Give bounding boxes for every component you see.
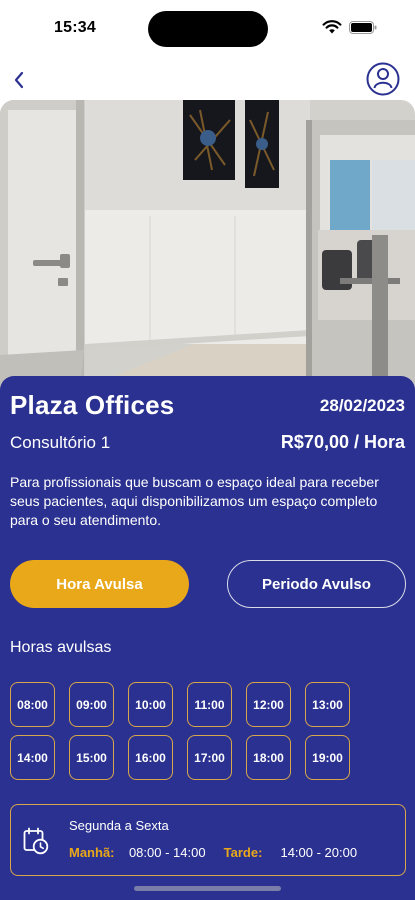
battery-icon [349, 21, 377, 34]
hour-slot[interactable]: 12:00 [246, 682, 291, 727]
status-bar: 15:34 [0, 0, 415, 58]
room-name: Consultório 1 [10, 433, 111, 452]
hourly-price: R$70,00 / Hora [280, 432, 405, 452]
morning-hours: 08:00 - 14:00 [128, 845, 206, 860]
afternoon-label: Tarde: [223, 845, 263, 860]
wifi-icon [322, 20, 342, 34]
venue-details-card: Plaza Offices 28/02/2023 Consultório 1 R… [0, 376, 415, 900]
hour-booking-button[interactable]: Hora Avulsa [10, 560, 189, 608]
hour-slot[interactable]: 11:00 [187, 682, 232, 727]
user-profile-icon[interactable] [366, 62, 400, 96]
schedule-times: Manhã: 08:00 - 14:00 Tarde: 14:00 - 20:0… [69, 845, 357, 860]
hour-slot[interactable]: 19:00 [305, 735, 350, 780]
chevron-left-icon [14, 71, 24, 89]
back-button[interactable] [6, 66, 32, 94]
hour-slot[interactable]: 09:00 [69, 682, 114, 727]
navigation-bar [0, 58, 415, 102]
hour-slot[interactable]: 10:00 [128, 682, 173, 727]
hour-slot[interactable]: 08:00 [10, 682, 55, 727]
calendar-clock-icon [23, 827, 49, 855]
hours-section-label: Horas avulsas [10, 639, 112, 656]
home-indicator [134, 886, 281, 891]
hour-slot[interactable]: 17:00 [187, 735, 232, 780]
hour-slot[interactable]: 16:00 [128, 735, 173, 780]
venue-name: Plaza Offices [10, 390, 175, 420]
hour-slot[interactable]: 13:00 [305, 682, 350, 727]
hour-slot[interactable]: 14:00 [10, 735, 55, 780]
afternoon-hours: 14:00 - 20:00 [280, 845, 358, 860]
booking-date: 28/02/2023 [319, 396, 405, 415]
hour-slot[interactable]: 18:00 [246, 735, 291, 780]
schedule-days: Segunda a Sexta [69, 818, 169, 833]
office-photo [0, 100, 415, 390]
morning-label: Manhã: [69, 845, 115, 860]
opening-hours-box: Segunda a Sexta Manhã: 08:00 - 14:00 Tar… [10, 804, 406, 876]
period-booking-button[interactable]: Periodo Avulso [227, 560, 406, 608]
venue-description: Para profissionais que buscam o espaço i… [10, 474, 379, 528]
status-time: 15:34 [54, 19, 96, 36]
hour-slot[interactable]: 15:00 [69, 735, 114, 780]
dynamic-island [148, 11, 268, 47]
